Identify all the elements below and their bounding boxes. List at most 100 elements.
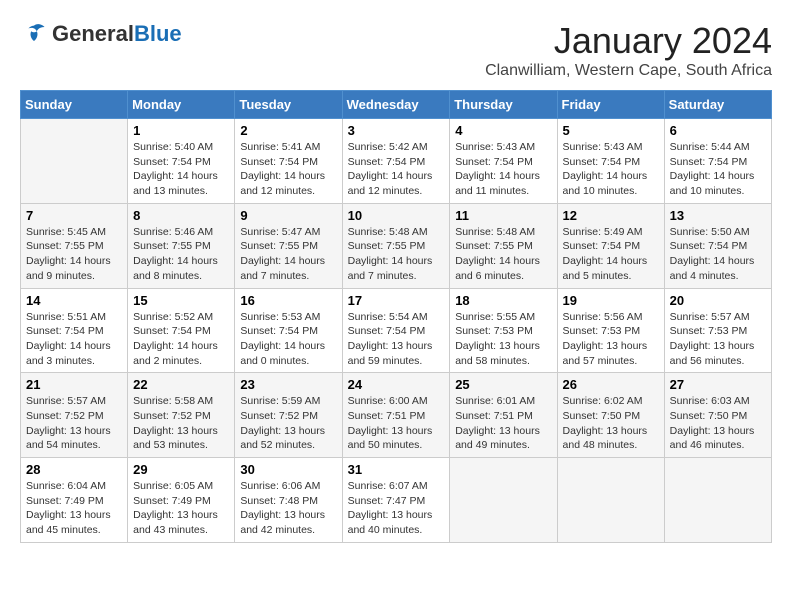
day-info: Sunrise: 5:57 AMSunset: 7:53 PMDaylight:… — [670, 310, 766, 369]
calendar-cell: 6 Sunrise: 5:44 AMSunset: 7:54 PMDaylight… — [664, 119, 771, 204]
calendar-cell: 29Sunrise: 6:05 AMSunset: 7:49 PMDayligh… — [128, 458, 235, 543]
day-number: 18 — [455, 293, 551, 308]
day-info: Sunrise: 5:58 AMSunset: 7:52 PMDaylight:… — [133, 394, 229, 453]
day-number: 25 — [455, 377, 551, 392]
day-number: 31 — [348, 462, 445, 477]
calendar-cell: 4 Sunrise: 5:43 AMSunset: 7:54 PMDaylight… — [450, 119, 557, 204]
day-number: 13 — [670, 208, 766, 223]
calendar-week-row: 14 Sunrise: 5:51 AMSunset: 7:54 PMDayligh… — [21, 288, 772, 373]
day-number: 14 — [26, 293, 122, 308]
logo-general: GeneralBlue — [52, 22, 182, 46]
day-info: Sunrise: 5:48 AMSunset: 7:55 PMDaylight:… — [348, 225, 445, 284]
calendar-cell: 15 Sunrise: 5:52 AMSunset: 7:54 PMDayligh… — [128, 288, 235, 373]
logo-bird-icon — [20, 20, 48, 48]
day-number: 6 — [670, 123, 766, 138]
day-info: Sunrise: 6:03 AMSunset: 7:50 PMDaylight:… — [670, 394, 766, 453]
day-info: Sunrise: 6:02 AMSunset: 7:50 PMDaylight:… — [563, 394, 659, 453]
day-number: 5 — [563, 123, 659, 138]
day-info: Sunrise: 5:43 AMSunset: 7:54 PMDaylight:… — [563, 140, 659, 199]
day-info: Sunrise: 6:00 AMSunset: 7:51 PMDaylight:… — [348, 394, 445, 453]
calendar-cell: 1 Sunrise: 5:40 AMSunset: 7:54 PMDaylight… — [128, 119, 235, 204]
calendar-week-row: 28Sunrise: 6:04 AMSunset: 7:49 PMDayligh… — [21, 458, 772, 543]
calendar-cell — [450, 458, 557, 543]
day-number: 12 — [563, 208, 659, 223]
page-header: GeneralBlue January 2024 Clanwilliam, We… — [20, 20, 772, 80]
calendar-header: SundayMondayTuesdayWednesdayThursdayFrid… — [21, 91, 772, 119]
weekday-header: Wednesday — [342, 91, 450, 119]
calendar-cell: 30Sunrise: 6:06 AMSunset: 7:48 PMDayligh… — [235, 458, 342, 543]
calendar-cell: 5 Sunrise: 5:43 AMSunset: 7:54 PMDaylight… — [557, 119, 664, 204]
day-number: 19 — [563, 293, 659, 308]
day-number: 7 — [26, 208, 122, 223]
calendar-cell: 7 Sunrise: 5:45 AMSunset: 7:55 PMDaylight… — [21, 203, 128, 288]
day-number: 16 — [240, 293, 336, 308]
day-info: Sunrise: 5:52 AMSunset: 7:54 PMDaylight:… — [133, 310, 229, 369]
day-number: 28 — [26, 462, 122, 477]
calendar-cell — [21, 119, 128, 204]
calendar-cell: 11 Sunrise: 5:48 AMSunset: 7:55 PMDayligh… — [450, 203, 557, 288]
day-info: Sunrise: 5:44 AMSunset: 7:54 PMDaylight:… — [670, 140, 766, 199]
day-info: Sunrise: 5:56 AMSunset: 7:53 PMDaylight:… — [563, 310, 659, 369]
day-info: Sunrise: 6:01 AMSunset: 7:51 PMDaylight:… — [455, 394, 551, 453]
day-info: Sunrise: 5:59 AMSunset: 7:52 PMDaylight:… — [240, 394, 336, 453]
calendar-cell: 25 Sunrise: 6:01 AMSunset: 7:51 PMDayligh… — [450, 373, 557, 458]
page-title: January 2024 — [485, 20, 772, 62]
calendar-week-row: 7 Sunrise: 5:45 AMSunset: 7:55 PMDaylight… — [21, 203, 772, 288]
day-number: 2 — [240, 123, 336, 138]
calendar-cell: 9Sunrise: 5:47 AMSunset: 7:55 PMDaylight… — [235, 203, 342, 288]
day-info: Sunrise: 5:47 AMSunset: 7:55 PMDaylight:… — [240, 225, 336, 284]
calendar-cell: 10Sunrise: 5:48 AMSunset: 7:55 PMDayligh… — [342, 203, 450, 288]
weekday-header: Friday — [557, 91, 664, 119]
calendar-cell: 20 Sunrise: 5:57 AMSunset: 7:53 PMDayligh… — [664, 288, 771, 373]
day-info: Sunrise: 5:41 AMSunset: 7:54 PMDaylight:… — [240, 140, 336, 199]
day-number: 15 — [133, 293, 229, 308]
calendar-cell: 18 Sunrise: 5:55 AMSunset: 7:53 PMDayligh… — [450, 288, 557, 373]
weekday-header: Monday — [128, 91, 235, 119]
calendar-week-row: 1 Sunrise: 5:40 AMSunset: 7:54 PMDaylight… — [21, 119, 772, 204]
logo: GeneralBlue — [20, 20, 182, 48]
calendar-week-row: 21Sunrise: 5:57 AMSunset: 7:52 PMDayligh… — [21, 373, 772, 458]
day-number: 27 — [670, 377, 766, 392]
day-number: 22 — [133, 377, 229, 392]
day-number: 3 — [348, 123, 445, 138]
calendar-table: SundayMondayTuesdayWednesdayThursdayFrid… — [20, 90, 772, 543]
day-number: 11 — [455, 208, 551, 223]
day-number: 30 — [240, 462, 336, 477]
calendar-cell: 28Sunrise: 6:04 AMSunset: 7:49 PMDayligh… — [21, 458, 128, 543]
day-info: Sunrise: 5:51 AMSunset: 7:54 PMDaylight:… — [26, 310, 122, 369]
day-info: Sunrise: 5:43 AMSunset: 7:54 PMDaylight:… — [455, 140, 551, 199]
weekday-header: Thursday — [450, 91, 557, 119]
calendar-cell: 23 Sunrise: 5:59 AMSunset: 7:52 PMDayligh… — [235, 373, 342, 458]
day-info: Sunrise: 5:48 AMSunset: 7:55 PMDaylight:… — [455, 225, 551, 284]
calendar-cell: 3Sunrise: 5:42 AMSunset: 7:54 PMDaylight… — [342, 119, 450, 204]
day-number: 8 — [133, 208, 229, 223]
logo-blue-text: Blue — [134, 21, 182, 46]
calendar-cell — [664, 458, 771, 543]
day-info: Sunrise: 5:49 AMSunset: 7:54 PMDaylight:… — [563, 225, 659, 284]
calendar-cell: 8 Sunrise: 5:46 AMSunset: 7:55 PMDaylight… — [128, 203, 235, 288]
day-info: Sunrise: 5:40 AMSunset: 7:54 PMDaylight:… — [133, 140, 229, 199]
title-block: January 2024 Clanwilliam, Western Cape, … — [485, 20, 772, 80]
weekday-header: Saturday — [664, 91, 771, 119]
day-info: Sunrise: 5:53 AMSunset: 7:54 PMDaylight:… — [240, 310, 336, 369]
calendar-cell: 27 Sunrise: 6:03 AMSunset: 7:50 PMDayligh… — [664, 373, 771, 458]
day-number: 29 — [133, 462, 229, 477]
calendar-cell: 17 Sunrise: 5:54 AMSunset: 7:54 PMDayligh… — [342, 288, 450, 373]
weekday-header: Tuesday — [235, 91, 342, 119]
day-info: Sunrise: 5:54 AMSunset: 7:54 PMDaylight:… — [348, 310, 445, 369]
day-number: 1 — [133, 123, 229, 138]
day-number: 20 — [670, 293, 766, 308]
day-number: 4 — [455, 123, 551, 138]
page-subtitle: Clanwilliam, Western Cape, South Africa — [485, 62, 772, 80]
day-number: 23 — [240, 377, 336, 392]
calendar-cell: 14 Sunrise: 5:51 AMSunset: 7:54 PMDayligh… — [21, 288, 128, 373]
day-number: 21 — [26, 377, 122, 392]
day-info: Sunrise: 5:55 AMSunset: 7:53 PMDaylight:… — [455, 310, 551, 369]
calendar-cell: 12 Sunrise: 5:49 AMSunset: 7:54 PMDayligh… — [557, 203, 664, 288]
day-info: Sunrise: 5:46 AMSunset: 7:55 PMDaylight:… — [133, 225, 229, 284]
calendar-cell: 21Sunrise: 5:57 AMSunset: 7:52 PMDayligh… — [21, 373, 128, 458]
day-number: 26 — [563, 377, 659, 392]
calendar-body: 1 Sunrise: 5:40 AMSunset: 7:54 PMDaylight… — [21, 119, 772, 543]
day-info: Sunrise: 5:45 AMSunset: 7:55 PMDaylight:… — [26, 225, 122, 284]
day-number: 17 — [348, 293, 445, 308]
